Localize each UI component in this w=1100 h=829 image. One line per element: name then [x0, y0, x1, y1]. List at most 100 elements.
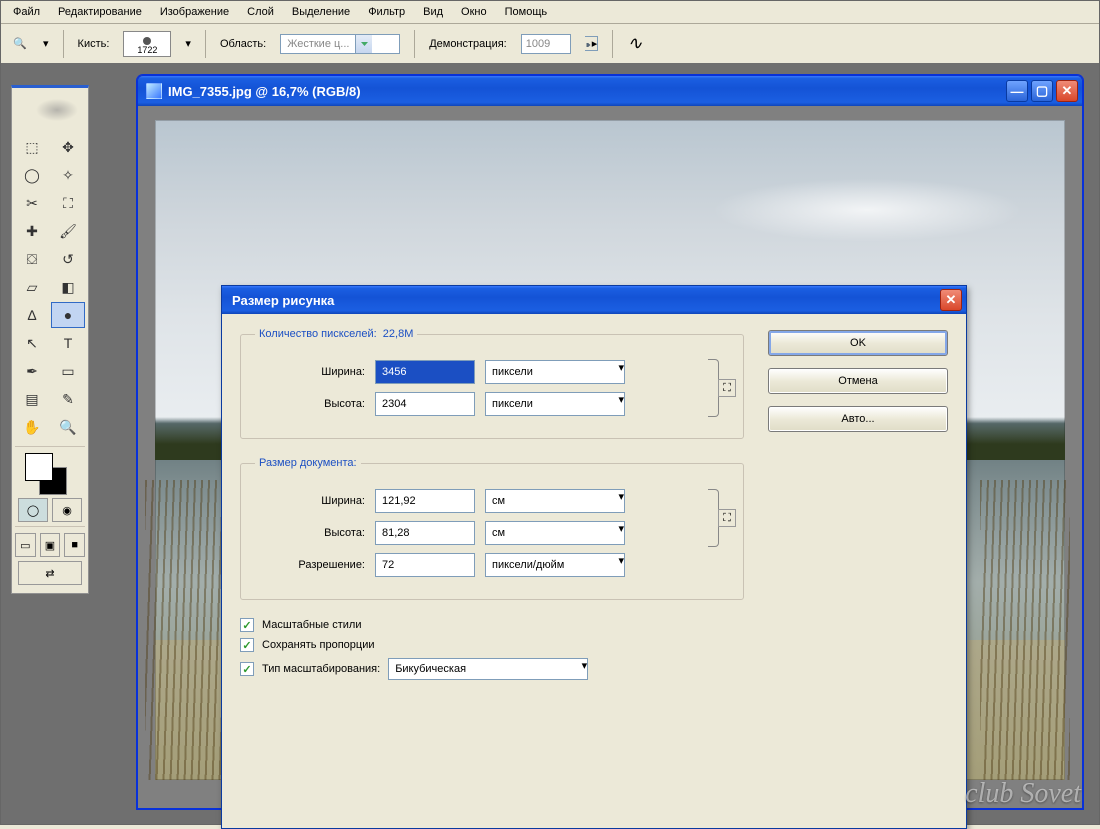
screenmode-standard-icon[interactable]: ▭	[15, 533, 36, 557]
color-swatches[interactable]	[15, 446, 85, 494]
doc-width-unit: см	[492, 495, 505, 507]
resample-value: Бикубическая	[395, 663, 466, 675]
dialog-close-button[interactable]: ✕	[940, 289, 962, 311]
resolution-unit-combo[interactable]: пиксели/дюйм ▾	[485, 553, 625, 577]
tool-hand[interactable]: ✋	[15, 414, 49, 440]
tool-shape[interactable]: ▭	[51, 358, 85, 384]
app-logo-icon	[15, 92, 85, 132]
tool-history[interactable]: ↺	[51, 246, 85, 272]
resolution-input[interactable]: 72	[375, 553, 475, 577]
menu-file[interactable]: Файл	[5, 3, 48, 21]
chevron-down-icon[interactable]: ▾	[582, 659, 588, 679]
resample-combo[interactable]: Бикубическая ▾	[388, 658, 588, 680]
image-size-dialog: Размер рисунка ✕ Количество пискселей: 2…	[221, 285, 967, 829]
cancel-button[interactable]: Отмена	[768, 368, 948, 394]
brush-dropdown-icon[interactable]: ▾	[185, 37, 191, 50]
tool-move[interactable]: ✥	[51, 134, 85, 160]
px-height-unit-combo[interactable]: пиксели ▾	[485, 392, 625, 416]
tool-notes[interactable]: ▤	[15, 386, 49, 412]
doc-legend: Размер документа:	[255, 457, 361, 469]
chevron-down-icon[interactable]: ▾	[618, 490, 624, 512]
resolution-unit: пиксели/дюйм	[492, 559, 564, 571]
tool-eyedrop[interactable]: ✎	[51, 386, 85, 412]
minimize-button[interactable]: —	[1006, 80, 1028, 102]
chevron-down-icon[interactable]: ▾	[618, 522, 624, 544]
pixel-total: 22,8M	[383, 328, 414, 340]
scale-styles-checkbox[interactable]: ✓	[240, 618, 254, 632]
doc-width-unit-combo[interactable]: см ▾	[485, 489, 625, 513]
chevron-down-icon[interactable]: ▾	[618, 393, 624, 415]
px-width-unit: пиксели	[492, 366, 533, 378]
tool-eraser[interactable]: ▱	[15, 274, 49, 300]
demo-input[interactable]: 1009	[521, 34, 571, 54]
standard-mode-icon[interactable]: ◯	[18, 498, 48, 522]
tool-gradient[interactable]: ◧	[51, 274, 85, 300]
jump-to-icon[interactable]: ⇄	[18, 561, 82, 585]
tool-dodge[interactable]: ●	[51, 302, 85, 328]
link-icon[interactable]: ⛶	[718, 379, 736, 397]
tool-pen[interactable]: ✒	[15, 358, 49, 384]
foreground-swatch[interactable]	[25, 453, 53, 481]
chevron-down-icon[interactable]: ▾	[618, 361, 624, 383]
px-width-unit-combo[interactable]: пиксели ▾	[485, 360, 625, 384]
brush-stroke-icon[interactable]: ∿	[627, 33, 642, 54]
brush-size-value: 1722	[137, 45, 157, 55]
separator	[612, 30, 613, 58]
screenmode-full-icon[interactable]: ▣	[40, 533, 61, 557]
tool-text[interactable]: T	[51, 330, 85, 356]
dialog-titlebar[interactable]: Размер рисунка ✕	[222, 286, 966, 314]
resample-checkbox[interactable]: ✓	[240, 662, 254, 676]
tool-dropdown-icon[interactable]: ▾	[43, 37, 49, 50]
link-icon[interactable]: ⛶	[718, 509, 736, 527]
menu-help[interactable]: Помощь	[497, 3, 556, 21]
toolbox: ⬚ ✥ ◯ ✧ ✂ ⛶ ✚ 🖌 ⛋ ↺ ▱ ◧ ∆ ● ↖ T ✒ ▭ ▤ ✎ …	[11, 85, 89, 594]
document-titlebar[interactable]: IMG_7355.jpg @ 16,7% (RGB/8) — ▢ ✕	[138, 76, 1082, 106]
tool-slice[interactable]: ⛶	[51, 190, 85, 216]
screenmode-fullscreen-icon[interactable]: ■	[64, 533, 85, 557]
demo-arrow-icon[interactable]: ▸	[585, 36, 599, 51]
doc-width-label: Ширина:	[255, 495, 365, 507]
tool-brush[interactable]: 🖌	[51, 218, 85, 244]
doc-height-input[interactable]: 81,28	[375, 521, 475, 545]
menu-select[interactable]: Выделение	[284, 3, 358, 21]
constrain-checkbox[interactable]: ✓	[240, 638, 254, 652]
tool-lasso[interactable]: ◯	[15, 162, 49, 188]
current-tool-icon[interactable]: 🔍	[11, 35, 29, 53]
menu-edit[interactable]: Редактирование	[50, 3, 150, 21]
menu-filter[interactable]: Фильтр	[360, 3, 413, 21]
px-width-label: Ширина:	[255, 366, 365, 378]
demo-label: Демонстрация:	[429, 38, 507, 50]
chevron-down-icon[interactable]: ▾	[618, 554, 624, 576]
tool-path[interactable]: ↖	[15, 330, 49, 356]
close-button[interactable]: ✕	[1056, 80, 1078, 102]
ok-button[interactable]: OK	[768, 330, 948, 356]
doc-width-input[interactable]: 121,92	[375, 489, 475, 513]
tool-heal[interactable]: ✚	[15, 218, 49, 244]
menu-view[interactable]: Вид	[415, 3, 451, 21]
doc-height-label: Высота:	[255, 527, 365, 539]
pixel-dimensions-group: Количество пискселей: 22,8M Ширина: 3456…	[240, 328, 744, 439]
tool-crop[interactable]: ✂	[15, 190, 49, 216]
quickmask-mode-icon[interactable]: ◉	[52, 498, 82, 522]
doc-height-unit: см	[492, 527, 505, 539]
tool-stamp[interactable]: ⛋	[15, 246, 49, 272]
resolution-label: Разрешение:	[255, 559, 365, 571]
pixel-legend: Количество пискселей:	[259, 328, 377, 340]
menu-image[interactable]: Изображение	[152, 3, 237, 21]
tool-wand[interactable]: ✧	[51, 162, 85, 188]
constrain-label: Сохранять пропорции	[262, 639, 375, 651]
tool-marquee[interactable]: ⬚	[15, 134, 49, 160]
area-combo[interactable]: Жесткие ц...	[280, 34, 400, 54]
maximize-button[interactable]: ▢	[1031, 80, 1053, 102]
chevron-down-icon[interactable]	[355, 35, 372, 53]
brush-preview[interactable]: 1722	[123, 31, 171, 57]
options-bar: 🔍 ▾ Кисть: 1722 ▾ Область: Жесткие ц... …	[1, 24, 1099, 64]
doc-height-unit-combo[interactable]: см ▾	[485, 521, 625, 545]
px-height-input[interactable]: 2304	[375, 392, 475, 416]
px-width-input[interactable]: 3456	[375, 360, 475, 384]
menu-window[interactable]: Окно	[453, 3, 495, 21]
auto-button[interactable]: Авто...	[768, 406, 948, 432]
tool-zoom[interactable]: 🔍	[51, 414, 85, 440]
tool-blur[interactable]: ∆	[15, 302, 49, 328]
menu-layer[interactable]: Слой	[239, 3, 282, 21]
